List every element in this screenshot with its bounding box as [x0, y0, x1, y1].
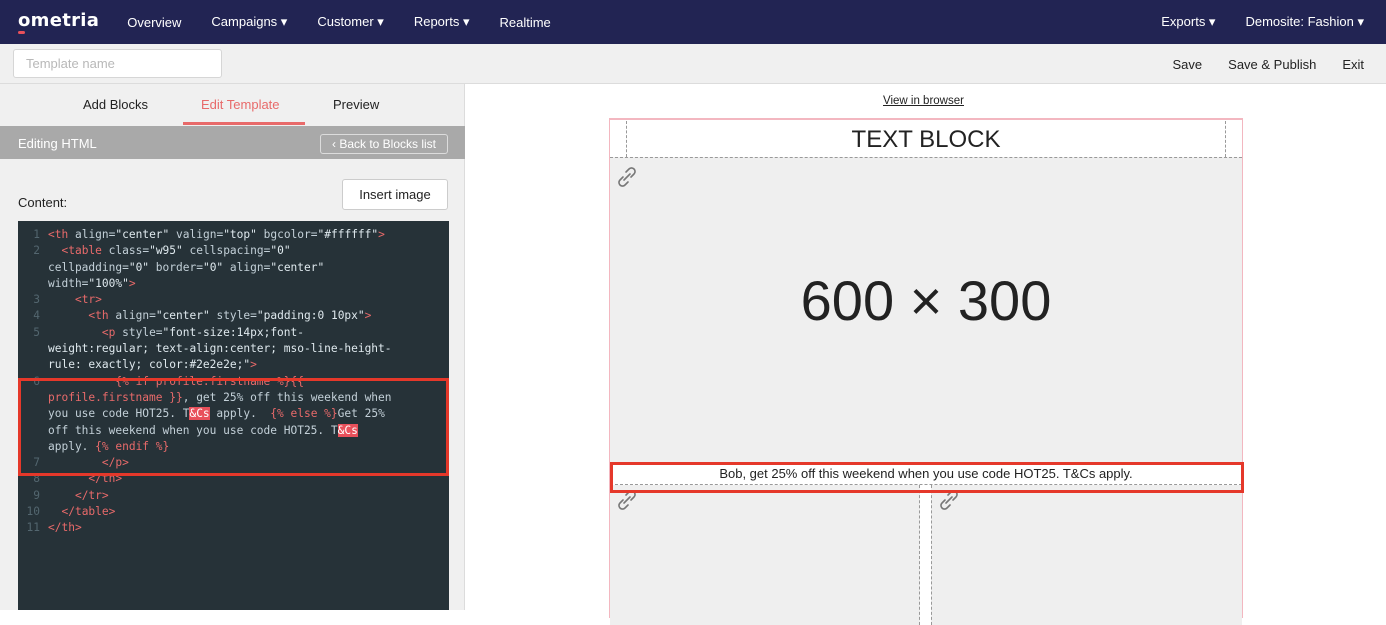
email-canvas: TEXT BLOCK 600 × 300 Bob, get 25% off th…	[609, 118, 1243, 625]
ometria-logo[interactable]: ometria	[18, 10, 99, 34]
top-nav: ometria Overview Campaigns ▾ Customer ▾ …	[0, 0, 1386, 44]
nav-campaigns[interactable]: Campaigns ▾	[211, 14, 287, 30]
toolbar-actions: Save Save & Publish Exit	[1147, 44, 1364, 84]
text-block[interactable]: TEXT BLOCK	[626, 121, 1226, 157]
code-line: 11 </th>	[26, 521, 82, 535]
template-name-input[interactable]	[13, 49, 222, 78]
exit-button[interactable]: Exit	[1342, 57, 1364, 72]
image-placeholder-size: 600 × 300	[800, 269, 1052, 332]
link-icon[interactable]	[936, 487, 962, 513]
nav-right: Exports ▾ Demosite: Fashion ▾	[1131, 0, 1364, 44]
nav-realtime[interactable]: Realtime	[499, 15, 550, 30]
editing-title: Editing HTML	[18, 136, 97, 151]
view-in-browser-link[interactable]: View in browser	[883, 95, 964, 107]
link-icon[interactable]	[614, 164, 640, 190]
code-line: 8 </th>	[33, 472, 123, 486]
editor-tabs: Add Blocks Edit Template Preview	[0, 84, 465, 126]
promo-text-block[interactable]: Bob, get 25% off this weekend when you u…	[610, 463, 1242, 485]
active-tab-indicator	[183, 122, 305, 125]
code-line: 9 </tr>	[33, 488, 109, 502]
content-label: Content:	[18, 195, 68, 210]
insert-image-button[interactable]: Insert image	[342, 179, 448, 210]
code-line: 6 {% if profile.firstname %}{{ profile.f…	[33, 374, 392, 453]
code-line: 4 <th align="center" style="padding:0 10…	[33, 309, 372, 323]
code-line: 1 <th align="center" valign="top" bgcolor…	[33, 228, 385, 241]
nav-exports[interactable]: Exports ▾	[1161, 14, 1215, 30]
link-icon[interactable]	[614, 487, 640, 513]
code-line: 7 </p>	[33, 456, 129, 470]
html-code-editor[interactable]: 1 <th align="center" valign="top" bgcolor…	[18, 221, 449, 610]
save-button[interactable]: Save	[1173, 57, 1203, 72]
code-line: 2 <table class="w95" cellspacing="0" cel…	[33, 244, 325, 290]
back-to-blocks-button[interactable]: ‹ Back to Blocks list	[320, 134, 448, 154]
nav-site-selector[interactable]: Demosite: Fashion ▾	[1245, 14, 1364, 30]
image-block[interactable]: 600 × 300	[610, 157, 1242, 463]
editing-header: Editing HTML ‹ Back to Blocks list	[0, 126, 465, 159]
email-preview-panel: View in browser TEXT BLOCK 600 × 300 Bob…	[466, 84, 1386, 625]
tab-add-blocks[interactable]: Add Blocks	[83, 97, 148, 112]
code-line: 10 </table>	[26, 505, 116, 519]
editor-toolbar: Save Save & Publish Exit	[0, 44, 1386, 84]
nav-customer[interactable]: Customer ▾	[317, 14, 384, 30]
image-cell-left[interactable]	[610, 485, 920, 625]
tab-edit-template[interactable]: Edit Template	[201, 97, 280, 112]
code-line: 5 <p style="font-size:14px;font- weight:…	[33, 325, 392, 372]
image-cell-right[interactable]	[931, 485, 1242, 625]
logo-accent	[18, 30, 25, 34]
save-publish-button[interactable]: Save & Publish	[1228, 57, 1316, 72]
nav-reports[interactable]: Reports ▾	[414, 14, 470, 30]
code-line: 3 <tr>	[33, 293, 102, 307]
tab-preview[interactable]: Preview	[333, 97, 379, 112]
nav-overview[interactable]: Overview	[127, 15, 181, 30]
